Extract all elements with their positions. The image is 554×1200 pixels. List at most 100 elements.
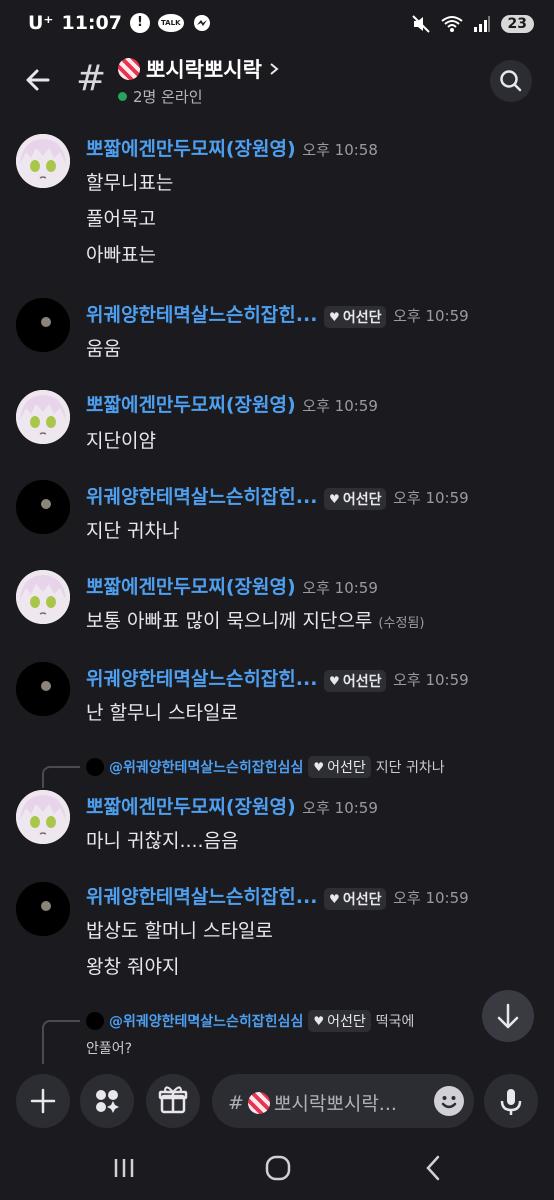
emoji-button[interactable] — [434, 1086, 464, 1116]
username[interactable]: 뽀짧에겐만두모찌(장원영) — [86, 576, 296, 598]
message-header: 뽀짧에겐만두모찌(장원영) 오후 10:59 — [86, 390, 378, 417]
timestamp: 오후 10:59 — [393, 671, 469, 689]
search-button[interactable] — [490, 60, 532, 102]
username[interactable]: 뽀짧에겐만두모찌(장원영) — [86, 138, 296, 160]
role-tag: ♥ 어선단 — [324, 306, 387, 328]
reply-text: 떡국에 — [375, 1014, 415, 1030]
system-nav-bar — [0, 1136, 554, 1200]
edited-label: (수정됨) — [378, 616, 425, 631]
timestamp: 오후 10:59 — [393, 489, 469, 507]
reply-username: @위궤양한테멱살느슨히잡힌심심 — [109, 1014, 304, 1030]
heart-icon: ♥ — [313, 1014, 325, 1028]
scroll-to-bottom-button[interactable] — [482, 990, 534, 1042]
mute-icon — [411, 15, 430, 33]
gift-button[interactable] — [146, 1074, 200, 1128]
channel-header: # 뽀시락뽀시락 2명 온라인 — [0, 52, 554, 112]
role-tag-label: 어선단 — [342, 674, 382, 690]
role-tag: ♥ 어선단 — [308, 1010, 371, 1032]
plus-icon — [30, 1088, 56, 1114]
message-list[interactable]: 뽀짧에겐만두모찌(장원영) 오후 10:58 할무니표는 풀어묵고 아빠표는 위… — [0, 118, 554, 1064]
message-text: 난 할무니 스타일로 — [86, 702, 238, 724]
message-input[interactable]: # 뽀시락뽀시락... — [212, 1074, 474, 1128]
reply-spine — [42, 766, 80, 788]
reply-spine — [42, 1020, 80, 1064]
timestamp: 오후 10:59 — [393, 307, 469, 325]
role-tag: ♥ 어선단 — [308, 756, 371, 778]
role-tag: ♥ 어선단 — [324, 488, 387, 510]
reply-avatar — [86, 758, 104, 776]
timestamp: 오후 10:59 — [302, 397, 378, 415]
recents-button[interactable] — [110, 1154, 138, 1182]
avatar[interactable] — [16, 134, 70, 188]
reply-reference[interactable]: @위궤양한테멱살느슨히잡힌심심 ♥ 어선단 지단 귀차나 — [86, 756, 445, 778]
avatar[interactable] — [16, 882, 70, 936]
apps-icon — [96, 1090, 119, 1113]
heart-icon: ♥ — [329, 492, 340, 506]
channel-title: 뽀시락뽀시락 — [146, 58, 262, 82]
heart-icon: ♥ — [329, 310, 340, 324]
input-hash: # — [228, 1091, 244, 1114]
recents-icon — [114, 1159, 134, 1177]
username[interactable]: 위궤양한테멱살느슨히잡힌... — [86, 668, 317, 690]
role-tag-label: 어선단 — [342, 892, 382, 908]
avatar-girl-icon — [16, 570, 70, 624]
message-input-placeholder: # 뽀시락뽀시락... — [228, 1089, 397, 1116]
role-tag-label: 어선단 — [342, 492, 382, 508]
message-text: 보통 아빠표 많이 묵으니께 지단으루 (수정됨) — [86, 606, 424, 633]
channel-hash-icon: # — [76, 58, 107, 99]
avatar[interactable] — [16, 662, 70, 716]
username[interactable]: 위궤양한테멱살느슨히잡힌... — [86, 304, 317, 326]
avatar[interactable] — [16, 390, 70, 444]
message-text-content: 보통 아빠표 많이 묵으니께 지단으루 — [86, 610, 373, 632]
home-icon — [265, 1155, 291, 1181]
username[interactable]: 위궤양한테멱살느슨히잡힌... — [86, 886, 317, 908]
role-tag-label: 어선단 — [342, 310, 382, 326]
home-button[interactable] — [262, 1152, 294, 1184]
heart-icon: ♥ — [329, 674, 340, 688]
signal-icon — [473, 16, 490, 32]
apps-button[interactable] — [80, 1074, 134, 1128]
message-header: 뽀짧에겐만두모찌(장원영) 오후 10:59 — [86, 792, 378, 819]
message-text: 할무니표는 — [86, 172, 174, 194]
message-text: 풀어묵고 — [86, 208, 156, 230]
heart-icon: ♥ — [329, 892, 340, 906]
message-header: 위궤양한테멱살느슨히잡힌... ♥ 어선단 오후 10:59 — [86, 664, 469, 692]
message-text: 지단 귀차나 — [86, 520, 180, 542]
gift-icon — [158, 1086, 188, 1114]
avatar[interactable] — [16, 480, 70, 534]
messenger-icon — [193, 15, 210, 31]
reply-username: @위궤양한테멱살느슨히잡힌심심 — [109, 760, 304, 776]
candy-icon — [118, 58, 140, 80]
reply-reference[interactable]: @위궤양한테멱살느슨히잡힌심심 ♥ 어선단 떡국에 — [86, 1010, 414, 1032]
avatar-moon-icon — [16, 882, 70, 936]
heart-icon: ♥ — [313, 760, 325, 774]
kakaotalk-icon: TALK — [157, 14, 184, 32]
online-dot-icon — [118, 92, 127, 101]
reply-text-continued: 안풀어? — [86, 1038, 132, 1058]
back-nav-button[interactable] — [420, 1152, 448, 1184]
avatar-girl-icon — [16, 134, 70, 188]
avatar[interactable] — [16, 570, 70, 624]
timestamp: 오후 10:58 — [302, 141, 378, 159]
channel-title-button[interactable]: 뽀시락뽀시락 — [118, 54, 280, 84]
search-icon — [500, 70, 522, 92]
voice-button[interactable] — [484, 1074, 538, 1128]
back-button[interactable] — [22, 64, 58, 100]
carrier: U⁺ — [28, 12, 54, 34]
status-right: 23 — [411, 14, 534, 34]
message-text: 지단이얌 — [86, 430, 156, 452]
online-status: 2명 온라인 — [118, 86, 203, 107]
add-attachment-button[interactable] — [16, 1074, 70, 1128]
avatar[interactable] — [16, 298, 70, 352]
username[interactable]: 뽀짧에겐만두모찌(장원영) — [86, 394, 296, 416]
username[interactable]: 위궤양한테멱살느슨히잡힌... — [86, 486, 317, 508]
clock: 11:07 — [61, 12, 122, 34]
online-count: 2명 온라인 — [133, 88, 203, 106]
arrow-left-icon — [26, 69, 50, 91]
avatar[interactable] — [16, 790, 70, 844]
reply-text: 지단 귀차나 — [375, 760, 445, 776]
message-header: 위궤양한테멱살느슨히잡힌... ♥ 어선단 오후 10:59 — [86, 482, 469, 510]
message-text: 밥상도 할머니 스타일로 — [86, 920, 273, 942]
reply-avatar — [86, 1012, 104, 1030]
username[interactable]: 뽀짧에겐만두모찌(장원영) — [86, 796, 296, 818]
